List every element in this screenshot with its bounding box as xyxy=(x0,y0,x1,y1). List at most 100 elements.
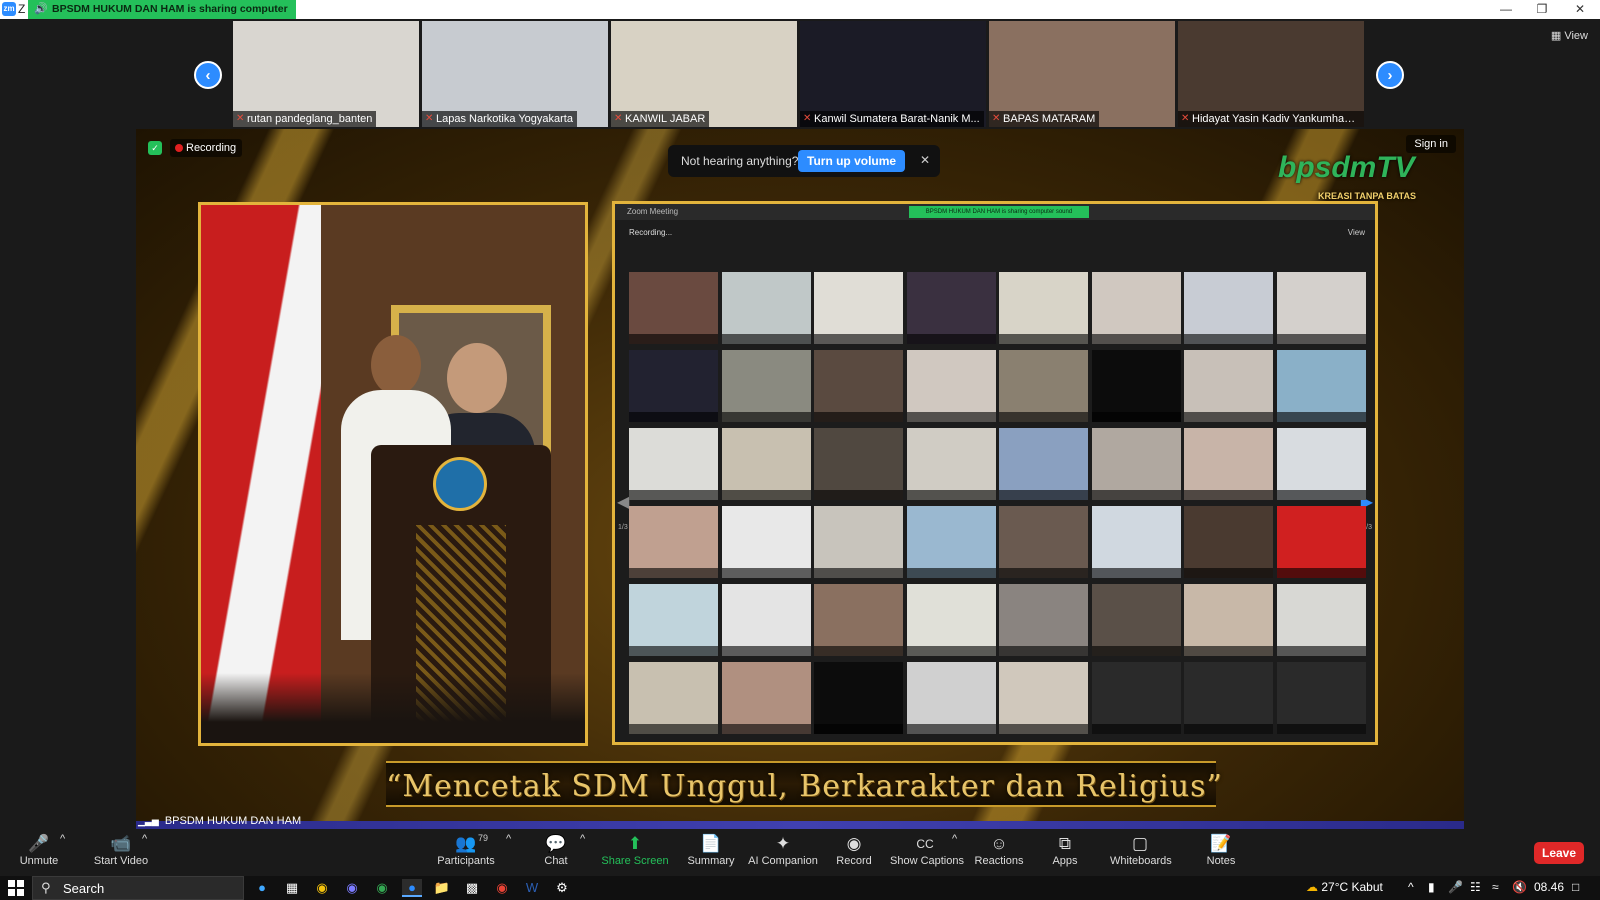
gallery-tile[interactable]: ✕ Kanwil Sumatera Barat-Nanik M... xyxy=(800,21,986,127)
file-explorer-icon[interactable]: 📁 xyxy=(432,879,452,897)
battery-icon[interactable]: ▮ xyxy=(1428,880,1435,894)
nested-tile-label xyxy=(1276,334,1366,344)
apps-button[interactable]: ⧉ Apps xyxy=(1050,833,1080,873)
terminal-icon[interactable]: ▩ xyxy=(462,879,482,897)
zoom-taskbar-icon[interactable]: ● xyxy=(402,879,422,897)
participants-button[interactable]: 👥 79 Participants xyxy=(436,833,496,873)
recording-label: Recording xyxy=(186,142,237,154)
nested-tile-label xyxy=(1091,334,1181,344)
nested-video-tile xyxy=(906,506,996,578)
notification-icon[interactable]: □ xyxy=(1572,880,1579,894)
turn-up-volume-button[interactable]: Turn up volume xyxy=(798,150,906,172)
nested-tile-label xyxy=(629,334,718,344)
chat-button[interactable]: 💬 Chat xyxy=(536,833,576,873)
video-options-caret-icon[interactable]: ^ xyxy=(142,833,147,873)
reactions-button[interactable]: ☺ Reactions xyxy=(974,833,1024,873)
tile-label: ✕ rutan pandeglang_banten xyxy=(233,111,377,127)
chat-caret-icon[interactable]: ^ xyxy=(580,833,585,873)
gallery-tile[interactable]: ✕ BAPAS MATARAM xyxy=(989,21,1175,127)
close-button[interactable]: ✕ xyxy=(1562,0,1598,19)
word-icon[interactable]: W xyxy=(522,879,542,897)
ai-companion-button[interactable]: ✦ AI Companion xyxy=(748,833,818,873)
tile-label: ✕ KANWIL JABAR xyxy=(611,111,710,127)
tray-chevron-icon[interactable]: ^ xyxy=(1408,880,1414,894)
nested-video-tile xyxy=(721,428,811,500)
share-screen-button[interactable]: ⬆ Share Screen xyxy=(600,833,670,873)
participants-count: 79 xyxy=(478,833,489,843)
gallery-tile[interactable]: ✕ rutan pandeglang_banten xyxy=(233,21,419,127)
gallery-tile[interactable]: ✕ KANWIL JABAR xyxy=(611,21,797,127)
discord-icon[interactable]: ◉ xyxy=(342,879,362,897)
nested-video-tile xyxy=(1184,506,1273,578)
clock-time[interactable]: 08.46 xyxy=(1534,880,1564,894)
notes-icon: 📝 xyxy=(1210,834,1232,853)
notes-button[interactable]: 📝 Notes xyxy=(1204,833,1238,873)
toast-close-icon[interactable]: ✕ xyxy=(920,153,930,167)
chrome-profile-icon[interactable]: ◉ xyxy=(372,879,392,897)
meeting-controls: 🎤 Unmute ^ 📹 Start Video ^ 👥 79 Particip… xyxy=(0,829,1600,876)
volume-muted-icon[interactable]: 🔇 xyxy=(1512,880,1527,894)
network-icon[interactable]: ☷ xyxy=(1470,880,1481,894)
gallery-tile[interactable]: ✕ Lapas Narkotika Yogyakarta xyxy=(422,21,608,127)
mic-tray-icon[interactable]: 🎤 xyxy=(1448,880,1463,894)
nested-video-tile xyxy=(906,584,996,656)
unmute-button[interactable]: 🎤 Unmute xyxy=(14,833,64,873)
gallery-strip: ‹ ✕ rutan pandeglang_banten ✕ Lapas Narkoti… xyxy=(0,19,1600,129)
minimize-button[interactable]: — xyxy=(1488,0,1524,19)
leave-button[interactable]: Leave xyxy=(1534,842,1584,864)
taskbar-search-input[interactable] xyxy=(63,880,233,897)
nested-prev-icon: ◀ xyxy=(617,494,630,511)
nested-tile-label xyxy=(721,490,811,500)
nested-video-tile xyxy=(721,350,811,422)
nested-video-tile xyxy=(1091,584,1181,656)
audio-toast: Not hearing anything? Turn up volume ✕ xyxy=(668,145,940,177)
gallery-tile[interactable]: ✕ Hidayat Yasin Kadiv Yankumham ... xyxy=(1178,21,1364,127)
nested-video-tile xyxy=(1276,350,1366,422)
view-label: View xyxy=(1564,30,1588,42)
view-button[interactable]: ▦ View xyxy=(1551,29,1588,42)
nested-video-tile xyxy=(629,428,718,500)
show-captions-label: Show Captions xyxy=(890,855,964,867)
windows-start-icon[interactable] xyxy=(8,880,24,896)
gallery-next-button[interactable]: › xyxy=(1376,61,1404,89)
nested-tile-label xyxy=(814,412,903,422)
bpsdm-tv-logo: bpsdmTV KREASI TANPA BATAS xyxy=(1278,151,1428,201)
store-icon[interactable]: ▦ xyxy=(282,879,302,897)
nested-video-tile xyxy=(906,428,996,500)
nested-tile-label xyxy=(1276,724,1366,734)
reactions-label: Reactions xyxy=(974,855,1024,867)
edge-icon[interactable]: ● xyxy=(252,879,272,897)
muted-mic-icon: ✕ xyxy=(803,113,812,124)
nested-zoom-window: Zoom Meeting BPSDM HUKUM DAN HAM is shar… xyxy=(612,201,1378,745)
summary-button[interactable]: 📄 Summary xyxy=(686,833,736,873)
restore-button[interactable]: ❐ xyxy=(1524,0,1560,19)
nested-tile-label xyxy=(814,724,903,734)
nested-video-tile xyxy=(1276,272,1366,344)
recording-dot-icon xyxy=(175,144,183,152)
weather-widget[interactable]: ☁ 27°C Kabut xyxy=(1306,880,1383,894)
signal-bars-icon: ▁▃▅ xyxy=(138,816,159,826)
captions-caret-icon[interactable]: ^ xyxy=(952,833,957,873)
record-button[interactable]: ◉ Record xyxy=(834,833,874,873)
audio-options-caret-icon[interactable]: ^ xyxy=(60,833,65,873)
participants-caret-icon[interactable]: ^ xyxy=(506,833,511,873)
nested-video-tile xyxy=(906,662,996,734)
chrome-icon[interactable]: ◉ xyxy=(312,879,332,897)
nested-tile-label xyxy=(1276,490,1366,500)
wifi-icon[interactable]: ≈ xyxy=(1492,880,1499,894)
nested-video-tile xyxy=(814,350,903,422)
nested-video-tile xyxy=(721,506,811,578)
whiteboards-button[interactable]: ▢ Whiteboards xyxy=(1110,833,1172,873)
show-captions-button[interactable]: CC Show Captions xyxy=(890,833,964,873)
settings-gear-icon[interactable]: ⚙ xyxy=(552,879,572,897)
nested-tile-label xyxy=(629,490,718,500)
chrome-alt-icon[interactable]: ◉ xyxy=(492,879,512,897)
gallery-prev-button[interactable]: ‹ xyxy=(194,61,222,89)
nested-tile-label xyxy=(814,490,903,500)
taskbar-search[interactable]: ⚲ xyxy=(32,876,244,900)
nested-video-tile xyxy=(1276,428,1366,500)
nested-tile-label xyxy=(1091,646,1181,656)
nested-tile-label xyxy=(1091,412,1181,422)
sharing-sound-banner[interactable]: 🔊 BPSDM HUKUM DAN HAM is sharing compute… xyxy=(28,0,296,34)
nested-tile-label xyxy=(1184,412,1273,422)
